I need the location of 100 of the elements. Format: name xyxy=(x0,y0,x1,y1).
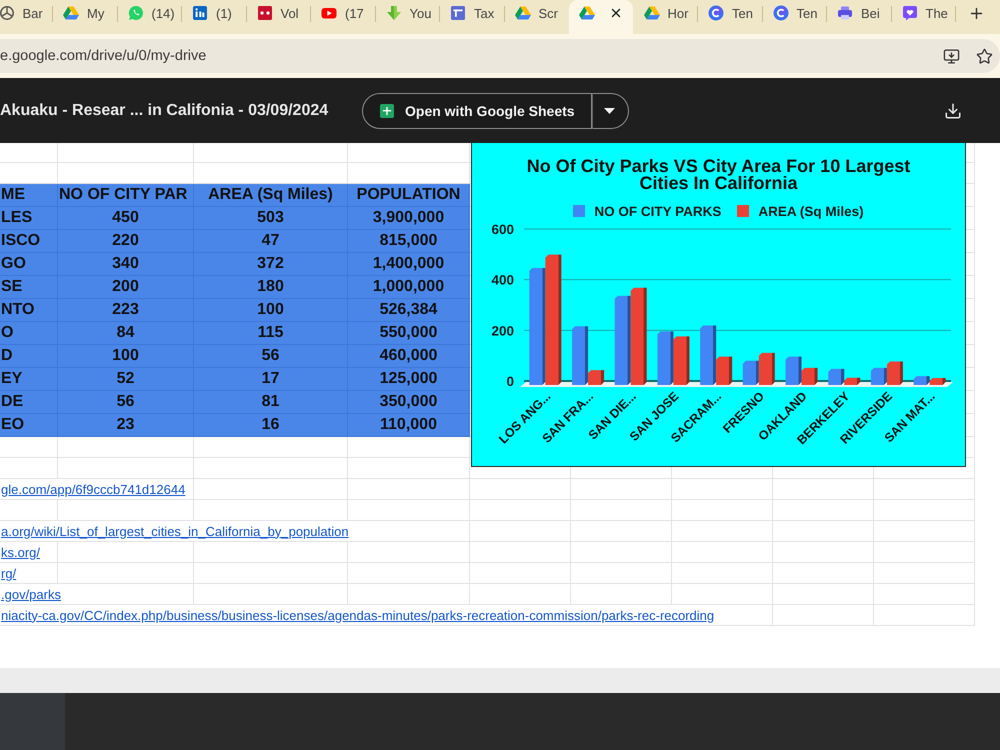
browser-tab[interactable]: Ten xyxy=(698,0,762,34)
table-cell: 3,900,000 xyxy=(348,207,470,230)
download-icon[interactable] xyxy=(944,102,962,120)
printer-icon xyxy=(837,5,853,21)
triangle-logo-icon xyxy=(579,5,595,21)
address-field[interactable]: e.google.com/drive/u/0/my-drive xyxy=(0,39,1000,73)
table-cell: 220 xyxy=(58,230,194,253)
table-cell: 110,000 xyxy=(348,414,470,437)
browser-tab[interactable]: Bei xyxy=(827,0,890,34)
table-cell: 47 xyxy=(194,230,348,253)
browser-tab[interactable]: My xyxy=(53,0,116,34)
column-header: ME xyxy=(0,184,58,207)
table-cell: 100 xyxy=(194,299,348,322)
table-cell: EY xyxy=(0,368,58,391)
chart-title: No Of City Parks VS City Area For 10 Largest Cities In California xyxy=(526,158,912,191)
table-cell: 52 xyxy=(58,368,194,391)
chart-bar xyxy=(657,331,674,385)
table-cell: 340 xyxy=(58,253,194,276)
square-logo-icon xyxy=(192,5,208,21)
heart-bubble-icon xyxy=(902,5,918,21)
table-cell: 223 xyxy=(58,299,194,322)
table-cell: D xyxy=(0,345,58,368)
axis-label: 600 xyxy=(491,222,514,237)
chart-bar xyxy=(914,376,930,385)
table-cell: 526,384 xyxy=(348,299,470,322)
table-cell: 460,000 xyxy=(348,345,470,368)
column-header: POPULATION xyxy=(348,184,470,207)
browser-tab[interactable]: The xyxy=(892,0,955,34)
triangle-logo-icon xyxy=(63,5,79,21)
table-cell: GO xyxy=(0,253,58,276)
column-header: NO OF CITY PAR xyxy=(58,184,194,207)
axis-label: 200 xyxy=(491,323,514,338)
legend-label: AREA (Sq Miles) xyxy=(758,204,864,218)
table-cell: 125,000 xyxy=(348,368,470,391)
link[interactable]: rg/ xyxy=(1,566,16,580)
chat-bubble-icon xyxy=(128,5,144,21)
sheet-cell xyxy=(0,163,58,184)
link[interactable]: ks.org/ xyxy=(1,544,40,560)
link[interactable]: a.org/wiki/List_of_largest_cities_in_California_by_population xyxy=(1,524,349,538)
table-cell: LES xyxy=(0,207,58,230)
square-logo-icon xyxy=(256,5,272,21)
browser-tab[interactable]: Hor xyxy=(634,0,697,34)
table-cell: EO xyxy=(0,414,58,437)
star-icon[interactable] xyxy=(976,48,993,64)
circle-logo-icon xyxy=(708,5,724,21)
table-cell: DE xyxy=(0,391,58,414)
table-cell: 372 xyxy=(194,253,348,276)
triangle-logo-icon xyxy=(514,5,530,21)
table-cell: SE xyxy=(0,276,58,299)
browser-tab[interactable]: Vol xyxy=(246,0,310,34)
browser-tab[interactable]: You xyxy=(376,0,439,34)
table-cell: 56 xyxy=(58,391,194,414)
sheet-cell xyxy=(0,437,58,458)
table-cell: 350,000 xyxy=(348,391,470,414)
table-cell: 115 xyxy=(194,322,348,345)
browser-tab[interactable]: Scr xyxy=(504,0,568,34)
link[interactable]: .gov/parks xyxy=(1,586,61,602)
table-cell: 180 xyxy=(194,276,348,299)
file-title: Akuaku - Resear ... in Califonia - 03/09/2024 xyxy=(0,102,330,120)
table-cell: 1,000,000 xyxy=(348,276,470,299)
browser-tab[interactable]: Bar xyxy=(0,0,52,34)
table-cell: 16 xyxy=(194,414,348,437)
table-cell: 1,400,000 xyxy=(348,253,470,276)
monitor-download-icon[interactable] xyxy=(943,48,960,64)
browser-tab[interactable]: (1) xyxy=(182,0,246,34)
table-cell: 23 xyxy=(58,414,194,437)
table-cell: 17 xyxy=(194,368,348,391)
square-logo-icon xyxy=(450,5,466,21)
link[interactable]: niacity-ca.gov/CC/index.php/business/business-licenses/agendas-minutes/parks-recreation-commission/parks-rec-recording xyxy=(1,608,714,622)
browser-tab[interactable]: Ten xyxy=(762,0,826,34)
down-arrow-icon xyxy=(386,5,402,21)
chart-bar xyxy=(742,360,759,385)
legend-label: NO OF CITY PARKS xyxy=(594,204,722,218)
link[interactable]: gle.com/app/6f9cccb741d12644 xyxy=(1,482,186,496)
table-cell: 81 xyxy=(194,391,348,414)
caret-icon xyxy=(604,108,615,114)
knot-logo-icon xyxy=(0,5,14,21)
browser-tab[interactable]: (17 xyxy=(311,0,374,34)
browser-tab[interactable]: (14) xyxy=(118,0,181,34)
table-cell: ISCO xyxy=(0,230,58,253)
table-cell: 200 xyxy=(58,276,194,299)
table-cell: 550,000 xyxy=(348,322,470,345)
chart-bar xyxy=(886,361,903,385)
table-cell: 84 xyxy=(58,322,194,345)
url-text: e.google.com/drive/u/0/my-drive xyxy=(0,48,208,64)
column-header: AREA (Sq Miles) xyxy=(194,184,348,207)
table-cell: O xyxy=(0,322,58,345)
spreadsheet-icon xyxy=(380,104,394,118)
table-cell: 815,000 xyxy=(348,230,470,253)
chart-bar xyxy=(673,336,690,385)
dropdown-button[interactable] xyxy=(592,92,629,128)
browser-tab[interactable]: Tax xyxy=(440,0,504,34)
table-cell: 100 xyxy=(58,345,194,368)
table-cell: NTO xyxy=(0,299,58,322)
chart-bar xyxy=(870,368,887,385)
sheet-cell xyxy=(0,143,58,163)
axis-label: 400 xyxy=(491,272,514,288)
chart-bar xyxy=(758,352,775,385)
play-icon xyxy=(321,5,337,21)
open-with-button[interactable]: Open with Google Sheets xyxy=(362,92,592,128)
